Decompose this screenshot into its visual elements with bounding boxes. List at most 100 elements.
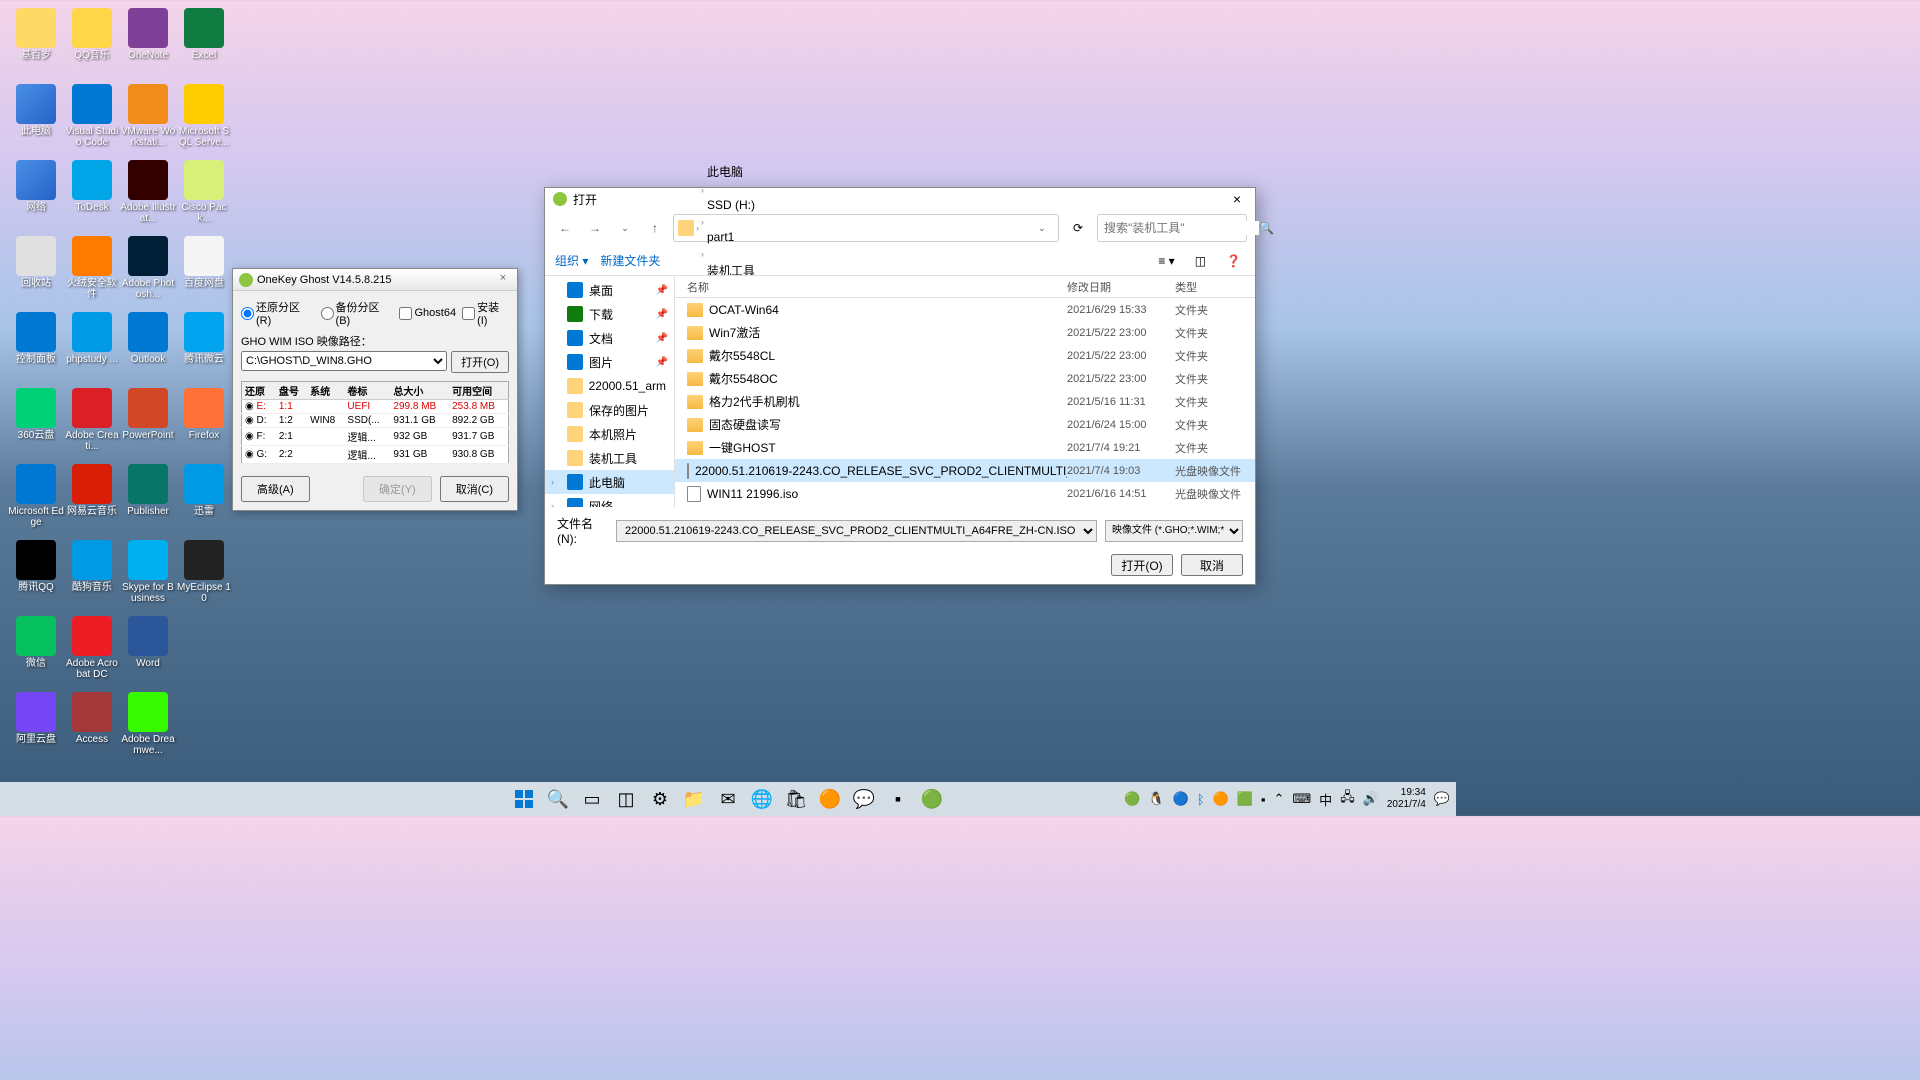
desktop-icon[interactable]: Word <box>120 616 176 692</box>
task-view-button[interactable]: ▭ <box>577 784 607 814</box>
taskbar-wechat-icon[interactable]: 💬 <box>849 784 879 814</box>
preview-pane-icon[interactable]: ◫ <box>1191 252 1210 270</box>
tray-bluetooth-icon[interactable]: ᛒ <box>1197 792 1205 807</box>
widgets-button[interactable]: ◫ <box>611 784 641 814</box>
tray-icon[interactable]: 🟠 <box>1213 791 1229 807</box>
desktop-icon[interactable]: 百度网盘 <box>176 236 232 312</box>
taskbar-terminal-icon[interactable]: ▪ <box>883 784 913 814</box>
file-filter-select[interactable]: 映像文件 (*.GHO;*.WIM;*.SWI <box>1105 520 1243 542</box>
column-name[interactable]: 名称 <box>675 279 1067 295</box>
tray-network-icon[interactable]: 🖧 <box>1340 788 1355 810</box>
desktop-icon[interactable]: 腾讯QQ <box>8 540 64 616</box>
desktop-icon[interactable]: Adobe Acrobat DC <box>64 616 120 692</box>
tray-icon[interactable]: 🔵 <box>1173 791 1189 807</box>
desktop-icon[interactable]: Adobe Photosh... <box>120 236 176 312</box>
partition-row[interactable]: ◉ F:2:1逻辑...932 GB931.7 GB <box>242 428 509 446</box>
desktop-icon[interactable]: ToDesk <box>64 160 120 236</box>
sidebar-item[interactable]: 文档📌 <box>545 326 674 350</box>
desktop-icon[interactable]: Microsoft SQL Serve... <box>176 84 232 160</box>
desktop-icon[interactable]: OneNote <box>120 8 176 84</box>
ghost-open-button[interactable]: 打开(O) <box>451 351 509 373</box>
desktop-icon[interactable]: 腾讯微云 <box>176 312 232 388</box>
refresh-button[interactable]: ⟳ <box>1065 221 1091 235</box>
ghost-ok-button[interactable]: 确定(Y) <box>363 476 432 502</box>
ghost64-checkbox[interactable]: Ghost64 <box>399 307 456 320</box>
desktop-icon[interactable]: 基百岁 <box>8 8 64 84</box>
tray-ime-icon[interactable]: 中 <box>1319 790 1332 809</box>
taskbar-explorer-icon[interactable]: 📁 <box>679 784 709 814</box>
file-open-button[interactable]: 打开(O) <box>1111 554 1173 576</box>
desktop-icon[interactable]: Visual Studio Code <box>64 84 120 160</box>
file-row[interactable]: 戴尔5548OC2021/5/22 23:00文件夹 <box>675 367 1255 390</box>
file-row[interactable]: 戴尔5548CL2021/5/22 23:00文件夹 <box>675 344 1255 367</box>
column-date[interactable]: 修改日期 <box>1067 279 1175 295</box>
address-dropdown-icon[interactable]: ⌄ <box>1030 216 1054 240</box>
ghost-path-select[interactable]: C:\GHOST\D_WIN8.GHO <box>241 351 447 371</box>
notifications-icon[interactable]: 💬 <box>1434 791 1450 807</box>
desktop-icon[interactable]: 网络 <box>8 160 64 236</box>
desktop-icon[interactable]: 酷狗音乐 <box>64 540 120 616</box>
desktop-icon[interactable]: PowerPoint <box>120 388 176 464</box>
desktop-icon[interactable]: 回收站 <box>8 236 64 312</box>
sidebar-item[interactable]: ›此电脑 <box>545 470 674 494</box>
partition-row[interactable]: ◉ G:2:2逻辑...931 GB930.8 GB <box>242 446 509 464</box>
sidebar-item[interactable]: 下载📌 <box>545 302 674 326</box>
sidebar-item[interactable]: 保存的图片 <box>545 398 674 422</box>
desktop-icon[interactable]: QQ音乐 <box>64 8 120 84</box>
taskbar-app-icon[interactable]: 🟠 <box>815 784 845 814</box>
file-row[interactable]: 22000.51.210619-2243.CO_RELEASE_SVC_PROD… <box>675 459 1255 482</box>
sidebar-item[interactable]: 装机工具 <box>545 446 674 470</box>
desktop-icon[interactable]: phpstudy ... <box>64 312 120 388</box>
tray-icon[interactable]: 🟩 <box>1237 791 1253 807</box>
help-icon[interactable]: ❓ <box>1222 252 1245 270</box>
sidebar-item[interactable]: 图片📌 <box>545 350 674 374</box>
desktop-icon[interactable]: Excel <box>176 8 232 84</box>
desktop-icon[interactable]: Access <box>64 692 120 768</box>
nav-back-button[interactable]: ← <box>553 216 577 240</box>
desktop-icon[interactable]: Adobe Dreamwe... <box>120 692 176 768</box>
desktop-icon[interactable]: Microsoft Edge <box>8 464 64 540</box>
file-row[interactable]: 固态硬盘读写2021/6/24 15:00文件夹 <box>675 413 1255 436</box>
address-bar[interactable]: › 此电脑›SSD (H:)›part1›装机工具› ⌄ <box>673 214 1059 242</box>
search-box[interactable]: 🔍 <box>1097 214 1247 242</box>
new-folder-button[interactable]: 新建文件夹 <box>600 252 660 269</box>
file-row[interactable]: OCAT-Win642021/6/29 15:33文件夹 <box>675 298 1255 321</box>
backup-radio[interactable]: 备份分区(B) <box>321 299 394 327</box>
breadcrumb[interactable]: part1 <box>701 228 761 246</box>
install-checkbox[interactable]: 安装(I) <box>462 299 509 327</box>
organize-button[interactable]: 组织 ▾ <box>555 252 588 269</box>
breadcrumb[interactable]: 此电脑 <box>701 161 761 182</box>
desktop-icon[interactable]: 网易云音乐 <box>64 464 120 540</box>
desktop-icon[interactable]: Adobe Illustrat... <box>120 160 176 236</box>
file-dialog-titlebar[interactable]: 打开 × <box>545 188 1255 210</box>
partition-row[interactable]: ◉ E:1:1UEFI299.8 MB253.8 MB <box>242 400 509 414</box>
partition-row[interactable]: ◉ D:1:2WIN8SSD(...931.1 GB892.2 GB <box>242 414 509 428</box>
desktop-icon[interactable]: MyEclipse 10 <box>176 540 232 616</box>
desktop-icon[interactable]: 360云盘 <box>8 388 64 464</box>
tray-icon[interactable]: ▪ <box>1261 792 1266 807</box>
nav-recent-button[interactable]: ⌄ <box>613 216 637 240</box>
column-type[interactable]: 类型 <box>1175 279 1245 295</box>
sidebar-item[interactable]: 本机照片 <box>545 422 674 446</box>
desktop-icon[interactable]: 阿里云盘 <box>8 692 64 768</box>
ghost-cancel-button[interactable]: 取消(C) <box>440 476 509 502</box>
file-row[interactable]: 格力2代手机刷机2021/5/16 11:31文件夹 <box>675 390 1255 413</box>
search-input[interactable] <box>1104 221 1259 235</box>
breadcrumb[interactable]: SSD (H:) <box>701 196 761 214</box>
desktop-icon[interactable]: VMware Workstati... <box>120 84 176 160</box>
search-button[interactable]: 🔍 <box>543 784 573 814</box>
desktop-icon[interactable]: Publisher <box>120 464 176 540</box>
tray-icon[interactable]: 🟢 <box>1124 791 1140 807</box>
sidebar-item[interactable]: ›网络 <box>545 494 674 507</box>
tray-volume-icon[interactable]: 🔊 <box>1363 791 1379 807</box>
desktop-icon[interactable]: 此电脑 <box>8 84 64 160</box>
sidebar-item[interactable]: 22000.51_arm <box>545 374 674 398</box>
file-row[interactable]: WIN11 21996.iso2021/6/16 14:51光盘映像文件 <box>675 482 1255 505</box>
tray-icon[interactable]: 🐧 <box>1148 791 1164 807</box>
tray-overflow-icon[interactable]: ⌃ <box>1274 791 1285 807</box>
filename-input[interactable]: 22000.51.210619-2243.CO_RELEASE_SVC_PROD… <box>616 520 1097 542</box>
desktop-icon[interactable]: Cisco Pack... <box>176 160 232 236</box>
view-options-icon[interactable]: ≡ ▾ <box>1154 252 1178 270</box>
ghost-close-button[interactable]: × <box>495 272 511 288</box>
desktop-icon[interactable] <box>176 616 232 692</box>
